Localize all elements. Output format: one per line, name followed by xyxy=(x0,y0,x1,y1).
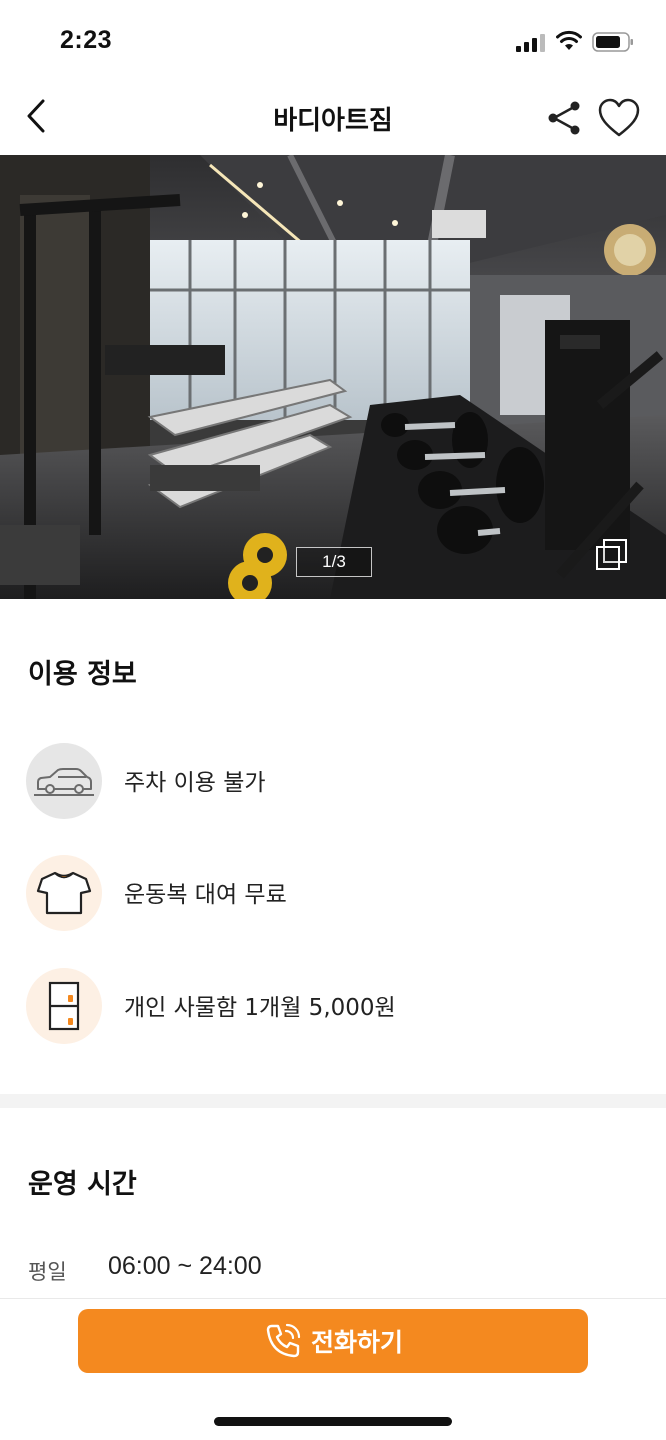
cellular-signal-icon xyxy=(516,34,545,52)
heart-outline-icon xyxy=(598,98,640,137)
hours-row-weekday: 평일 06:00 ~ 24:00 xyxy=(28,1252,628,1288)
phone-icon xyxy=(266,1323,301,1358)
locker-icon xyxy=(48,981,80,1031)
info-icon-badge xyxy=(26,855,102,931)
gallery-stack-icon xyxy=(596,539,627,570)
gym-photo-carousel[interactable]: 1/3 xyxy=(0,155,666,599)
photo-page-indicator: 1/3 xyxy=(296,547,372,577)
home-indicator xyxy=(214,1417,452,1426)
tshirt-icon xyxy=(36,871,92,915)
bottom-action-bar: 전화하기 xyxy=(0,1298,666,1440)
hours-value: 06:00 ~ 24:00 xyxy=(108,1252,262,1280)
battery-icon xyxy=(592,32,633,52)
share-icon xyxy=(548,101,580,135)
operating-hours-title: 운영 시간 xyxy=(28,1169,137,1200)
info-icon-badge xyxy=(26,968,102,1044)
favorite-button[interactable] xyxy=(596,96,642,140)
gallery-button[interactable] xyxy=(594,537,630,573)
top-navigation-bar: 바디아트짐 xyxy=(0,80,666,155)
info-item-text: 운동복 대여 무료 xyxy=(124,882,287,908)
share-button[interactable] xyxy=(544,98,584,138)
gym-interior-photo xyxy=(0,155,666,599)
info-item-sportswear: 운동복 대여 무료 xyxy=(26,855,646,931)
hours-label: 평일 xyxy=(28,1260,67,1284)
status-time: 2:23 xyxy=(60,26,113,54)
info-icon-badge xyxy=(26,743,102,819)
info-item-locker: 개인 사물함 1개월 5,000원 xyxy=(26,968,646,1044)
car-icon xyxy=(34,768,94,796)
call-button[interactable]: 전화하기 xyxy=(78,1309,588,1373)
wifi-icon xyxy=(556,30,582,50)
info-item-text: 개인 사물함 1개월 5,000원 xyxy=(124,995,396,1021)
call-button-label: 전화하기 xyxy=(310,1328,403,1357)
info-item-parking: 주차 이용 불가 xyxy=(26,743,646,819)
section-divider xyxy=(0,1094,666,1108)
info-item-text: 주차 이용 불가 xyxy=(124,770,266,796)
usage-info-title: 이용 정보 xyxy=(28,659,137,690)
status-bar: 2:23 xyxy=(0,0,666,80)
